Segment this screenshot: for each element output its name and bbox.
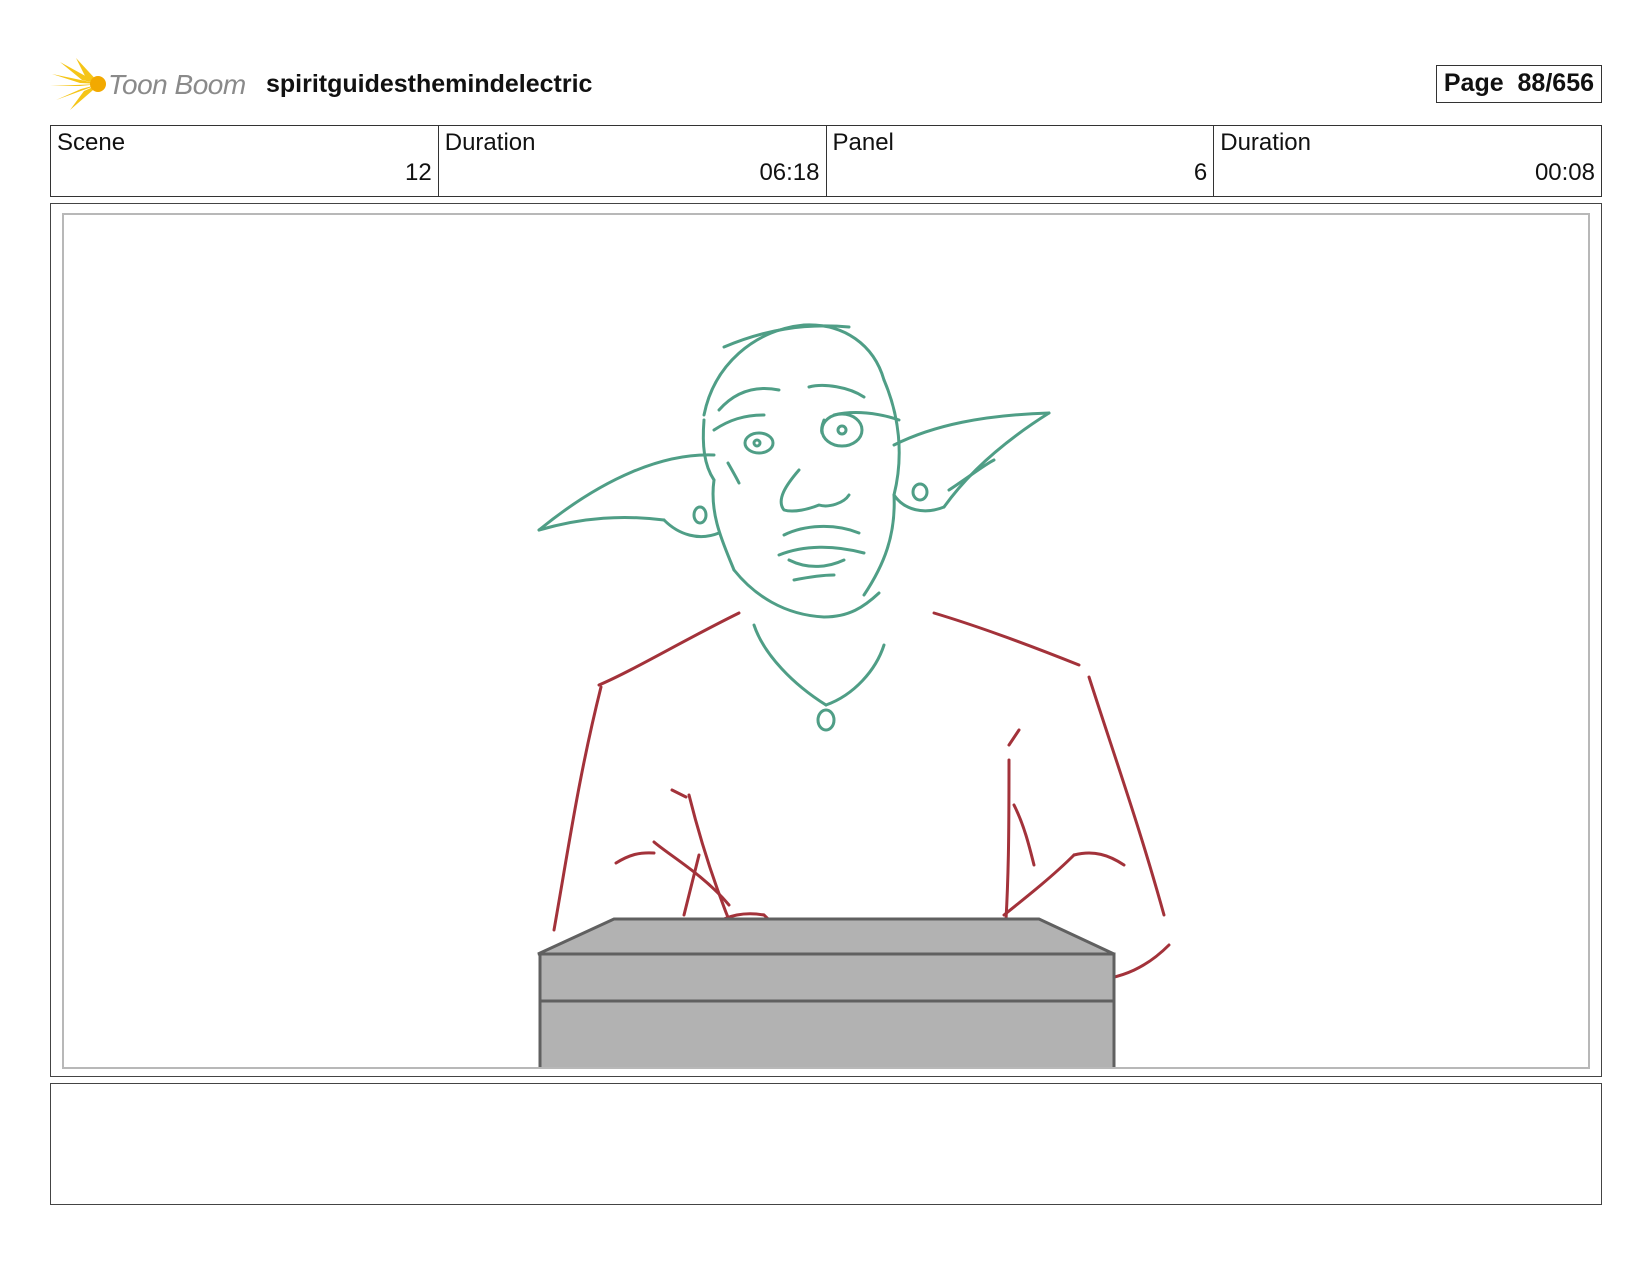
scene-label: Scene (57, 129, 126, 156)
storyboard-header: Toon Boom spiritguidesthemindelectric Pa… (50, 52, 1602, 116)
project-title: spiritguidesthemindelectric (266, 70, 593, 98)
scene-duration-label: Duration (444, 129, 536, 156)
page-indicator: Page 88/656 (1435, 65, 1602, 103)
desk-box (537, 917, 1116, 1067)
scene-info-table: Scene 12 Duration 06:18 Panel 6 Duration… (50, 125, 1602, 197)
panel-label: Panel (832, 129, 894, 156)
panel-value: 6 (1193, 159, 1208, 186)
page-label: Page (1443, 69, 1504, 97)
panel-duration-label: Duration (1220, 129, 1311, 156)
head-sketch (537, 323, 1051, 732)
logo-text: Toon Boom (108, 69, 246, 100)
starburst-icon (50, 58, 106, 110)
scene-value: 12 (405, 159, 432, 186)
scene-duration-value: 06:18 (759, 159, 820, 186)
panel-frame (62, 213, 1590, 1069)
panel-cell: Panel 6 (827, 126, 1215, 196)
page-number: 88/656 (1517, 69, 1594, 97)
toon-boom-logo: Toon Boom (50, 56, 250, 112)
scene-duration-cell: Duration 06:18 (439, 126, 827, 196)
panel-duration-value: 00:08 (1534, 159, 1595, 186)
scene-cell: Scene 12 (51, 126, 439, 196)
panel-sketch (537, 323, 1171, 1067)
panel-duration-cell: Duration 00:08 (1214, 126, 1601, 196)
panel-notes-area (50, 1083, 1602, 1205)
storyboard-panel (50, 203, 1602, 1077)
